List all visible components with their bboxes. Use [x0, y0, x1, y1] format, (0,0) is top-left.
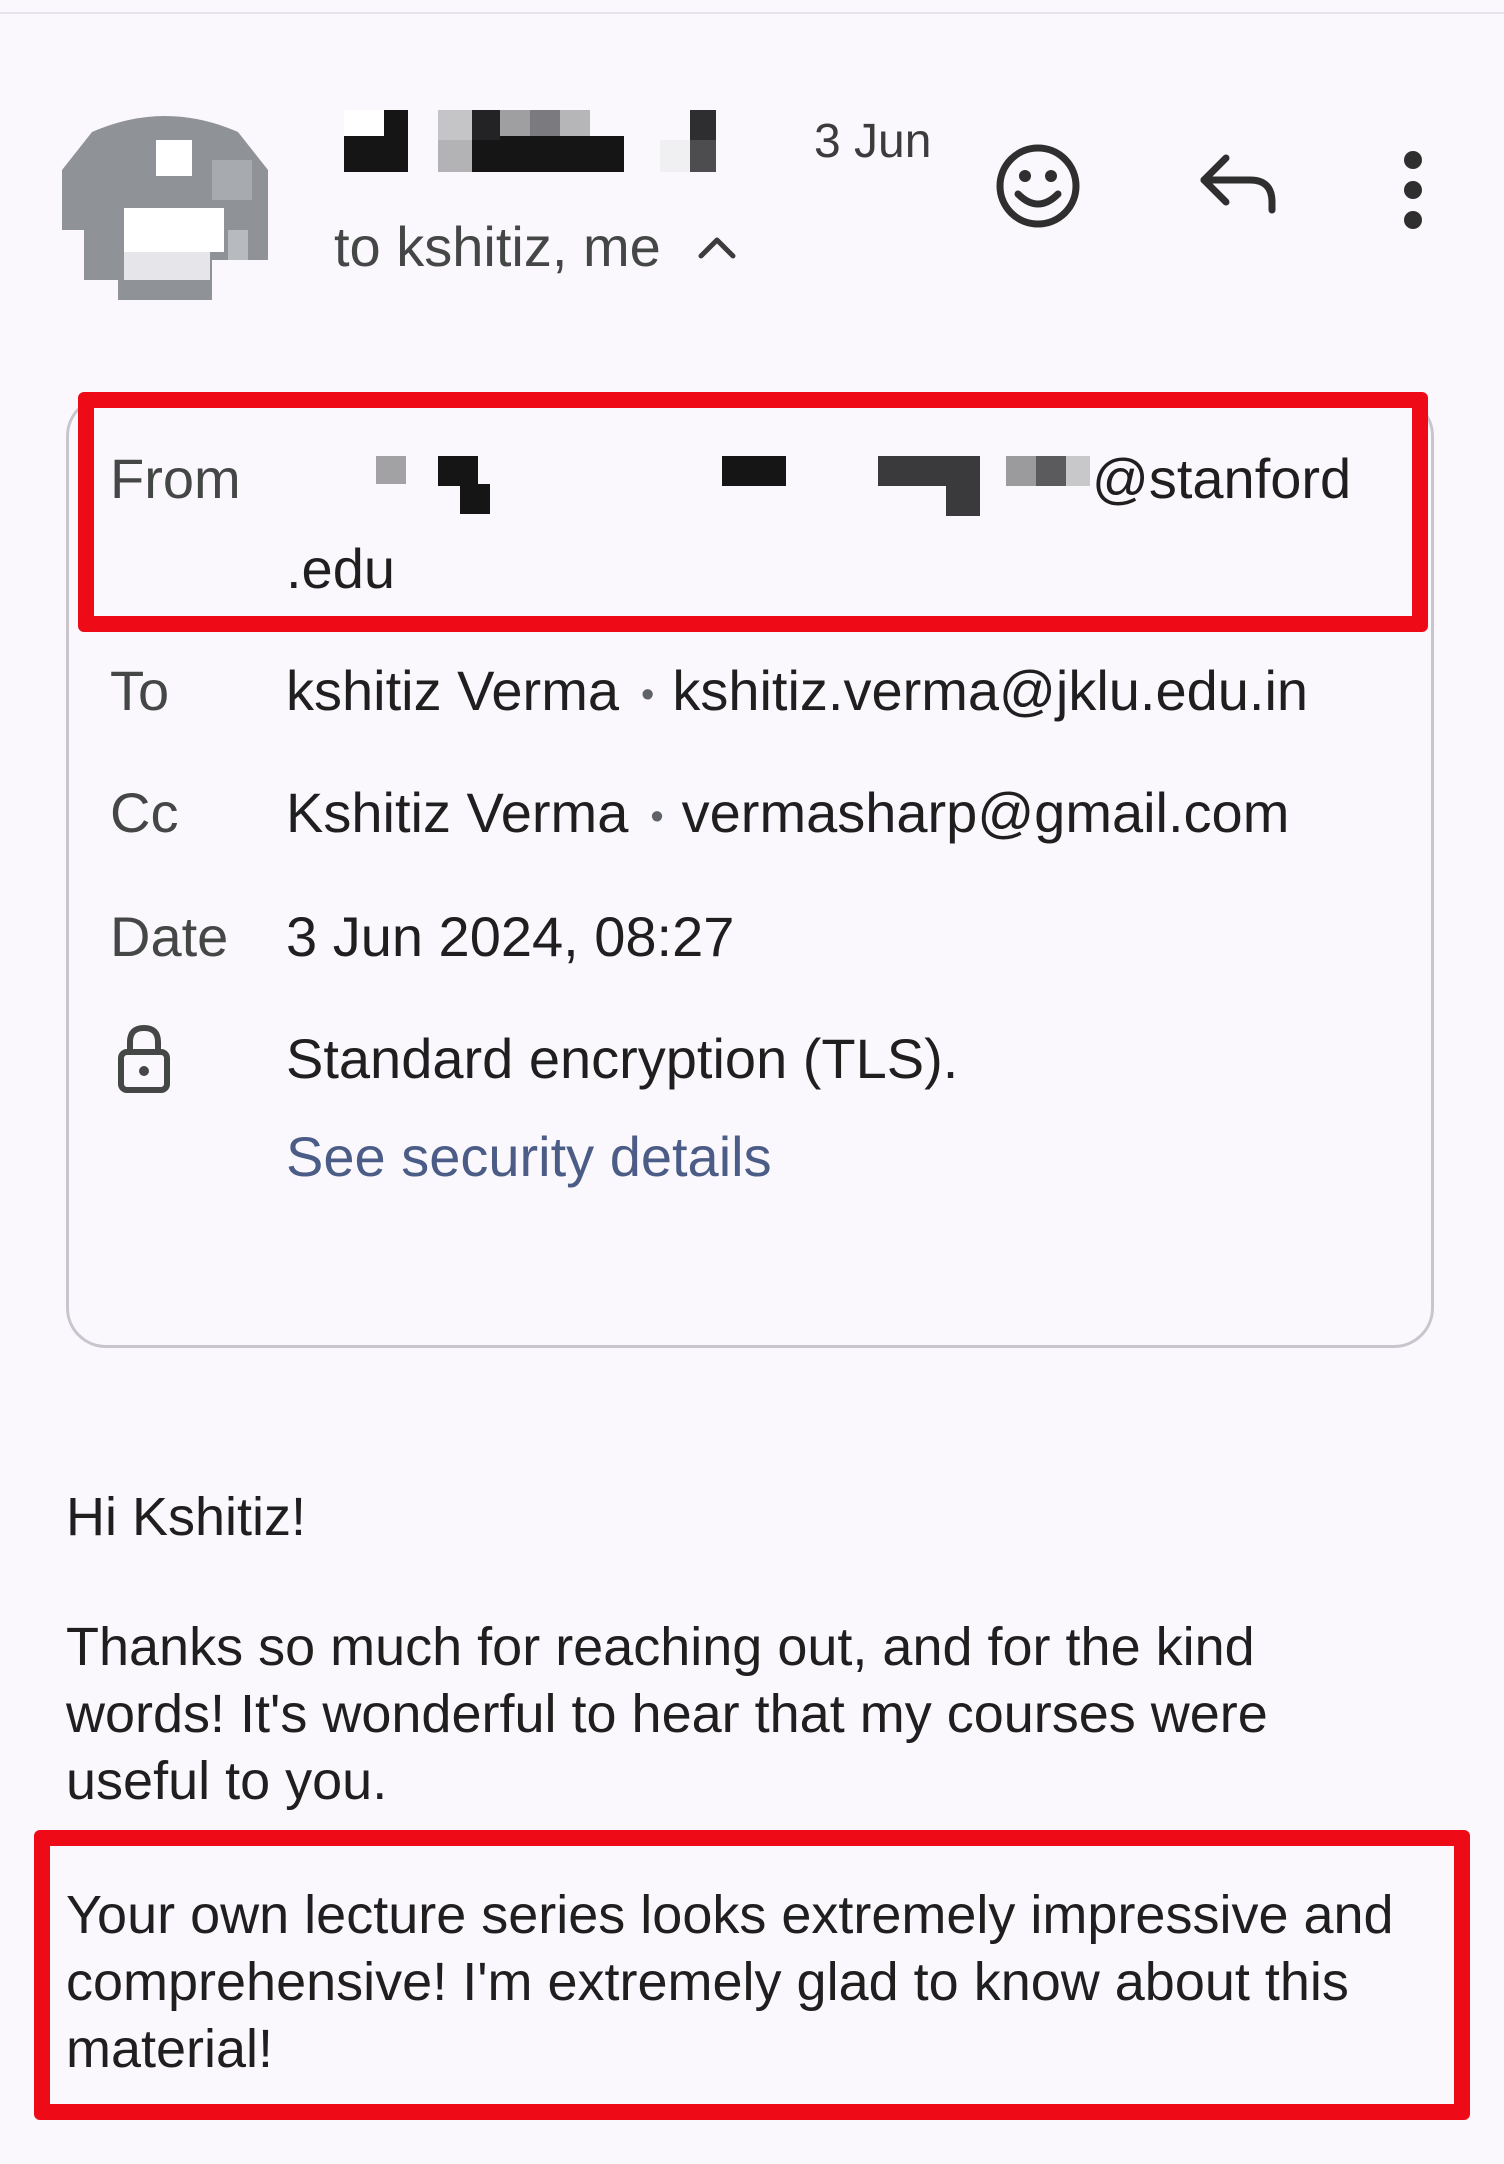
- encryption-status: Standard encryption (TLS).: [286, 1027, 959, 1090]
- more-options-button[interactable]: [1390, 140, 1436, 240]
- see-security-details-link[interactable]: See security details: [286, 1124, 772, 1189]
- cc-recipient: Kshitiz Verma • vermasharp@gmail.com: [286, 780, 1289, 845]
- separator-dot: •: [641, 673, 655, 716]
- cc-label: Cc: [110, 781, 179, 844]
- reply-button[interactable]: [1196, 148, 1282, 220]
- reply-arrow-icon: [1200, 154, 1276, 214]
- recipients-toggle[interactable]: to kshitiz, me: [334, 214, 739, 279]
- highlight-box-paragraph: [34, 1830, 1470, 2120]
- to-label: To: [110, 659, 170, 722]
- sender-avatar-pixelated[interactable]: [62, 110, 268, 300]
- sender-name-redacted: [344, 110, 716, 172]
- date-value: 3 Jun 2024, 08:27: [286, 905, 735, 968]
- lock-icon: [118, 1024, 170, 1093]
- cc-email[interactable]: vermasharp@gmail.com: [682, 781, 1290, 844]
- chevron-up-icon: [698, 237, 736, 258]
- top-divider: [0, 12, 1504, 14]
- header-date: 3 Jun: [814, 115, 932, 168]
- to-email[interactable]: kshitiz.verma@jklu.edu.in: [672, 659, 1308, 722]
- add-reaction-button[interactable]: [990, 138, 1086, 234]
- date-label: Date: [110, 905, 229, 968]
- message-paragraph-1: Thanks so much for reaching out, and for…: [66, 1617, 1268, 1811]
- highlight-box-from: [78, 392, 1428, 632]
- more-vertical-icon: [1404, 151, 1422, 229]
- separator-dot: •: [650, 795, 664, 838]
- to-name: kshitiz Verma: [286, 659, 619, 722]
- recipients-summary: to kshitiz, me: [334, 215, 661, 278]
- smiley-face-icon: [996, 144, 1080, 228]
- to-recipient: kshitiz Verma • kshitiz.verma@jklu.edu.in: [286, 658, 1308, 723]
- message-greeting: Hi Kshitiz!: [66, 1487, 307, 1547]
- cc-name: Kshitiz Verma: [286, 781, 629, 844]
